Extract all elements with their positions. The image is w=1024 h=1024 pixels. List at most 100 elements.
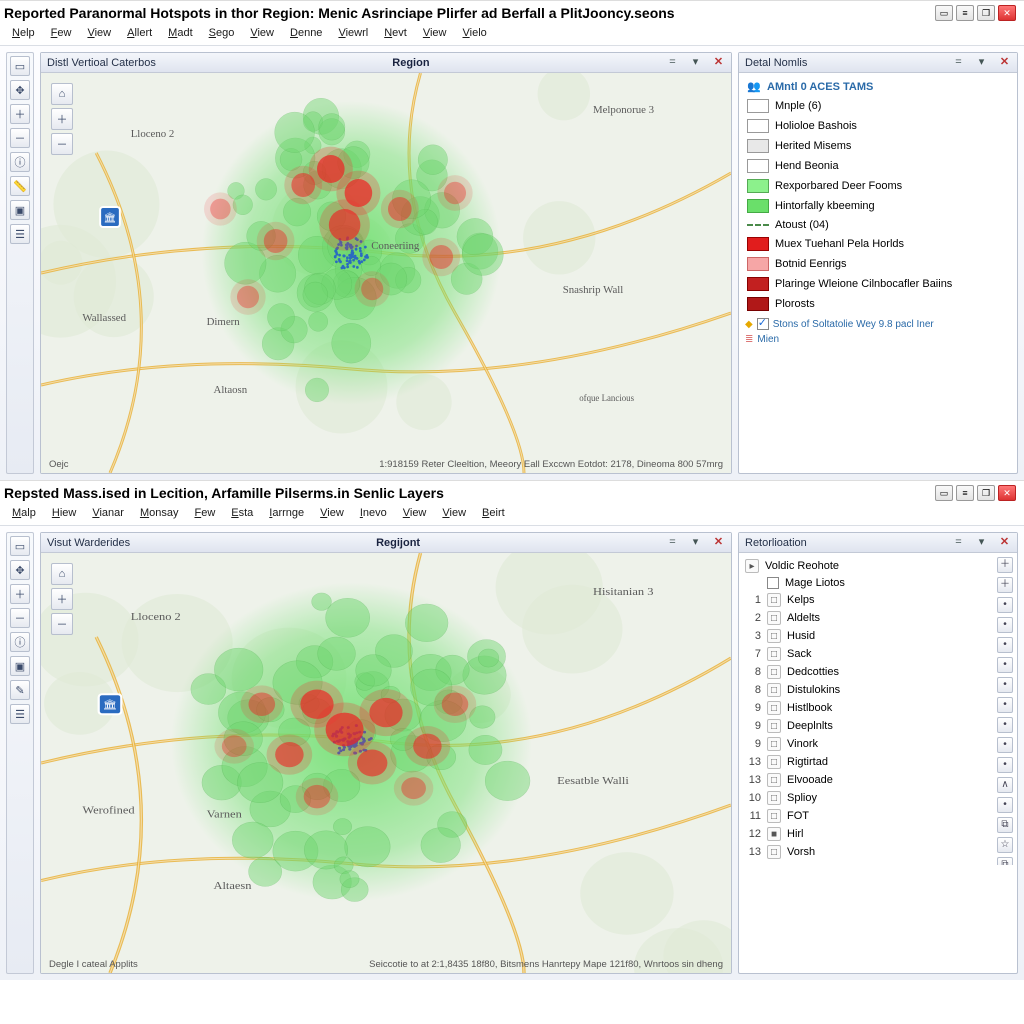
toc-row[interactable]: 13□Vorsh	[743, 843, 1013, 861]
zoom-minus-icon[interactable]: －	[51, 133, 73, 155]
toc-row[interactable]: 13□Elvooade	[743, 771, 1013, 789]
toc-row[interactable]: 2□Aldelts	[743, 609, 1013, 627]
menu-item[interactable]: Sego	[201, 25, 243, 41]
map-viewport[interactable]: Lloceno 2Hisitanian 3WerofinedVarnenAlta…	[41, 553, 731, 973]
toc-side-button[interactable]: ☆	[997, 837, 1013, 853]
menu-item[interactable]: Vielo	[455, 25, 495, 41]
menu-item[interactable]: Nelp	[4, 25, 43, 41]
zoom-plus-icon[interactable]: ＋	[51, 588, 73, 610]
btn-min[interactable]: ▭	[935, 5, 953, 21]
tool-layers[interactable]: ☰	[10, 224, 30, 244]
panel-pin-icon[interactable]: ▾	[975, 536, 988, 549]
panel-pin-icon[interactable]: ▾	[975, 56, 988, 69]
btn-max[interactable]: ≡	[956, 485, 974, 501]
toc-side-button[interactable]: ＋	[997, 557, 1013, 573]
toc-row[interactable]: 9□Deeplnlts	[743, 717, 1013, 735]
zoom-home-icon[interactable]: ⌂	[51, 563, 73, 585]
toc-row[interactable]: 8□Distulokins	[743, 681, 1013, 699]
zoom-minus-icon[interactable]: －	[51, 613, 73, 635]
menubar[interactable]: MalpHiewVianarMonsayFewEstaIarrngeViewIn…	[0, 503, 1024, 526]
toc-side-button[interactable]: ＋	[997, 577, 1013, 593]
toc-side-button[interactable]: •	[997, 657, 1013, 673]
panel-min-icon[interactable]: =	[952, 56, 965, 69]
btn-min[interactable]: ▭	[935, 485, 953, 501]
legend-item[interactable]: Herited Misems	[745, 136, 1011, 156]
btn-restore[interactable]: ❐	[977, 5, 995, 21]
legend-footer[interactable]: ≣Mien	[745, 334, 1011, 345]
tool-zoom-out[interactable]: －	[10, 128, 30, 148]
menu-item[interactable]: View	[242, 25, 282, 41]
legend-item[interactable]: Holioloe Bashois	[745, 116, 1011, 136]
menu-item[interactable]: Esta	[223, 505, 261, 521]
panel-pin-icon[interactable]: ▾	[689, 56, 702, 69]
legend-item[interactable]: Rexporbared Deer Fooms	[745, 176, 1011, 196]
legend-item[interactable]: Plorosts	[745, 294, 1011, 314]
tool-identify[interactable]: ⓘ	[10, 632, 30, 652]
toc-side-button[interactable]: •	[997, 677, 1013, 693]
btn-close[interactable]: ✕	[998, 5, 1016, 21]
legend-item[interactable]: Plaringe Wleione Cilnbocafler Baiins	[745, 274, 1011, 294]
menu-item[interactable]: Viewrl	[330, 25, 376, 41]
menu-item[interactable]: View	[79, 25, 119, 41]
menu-item[interactable]: Denne	[282, 25, 330, 41]
toc-side-button[interactable]: •	[997, 697, 1013, 713]
menu-item[interactable]: Nevt	[376, 25, 415, 41]
toc-side-button[interactable]: ⧉	[997, 857, 1013, 865]
toc-row[interactable]: 12■Hirl	[743, 825, 1013, 843]
tool-select[interactable]: ▣	[10, 200, 30, 220]
btn-max[interactable]: ≡	[956, 5, 974, 21]
tool-measure[interactable]: 📏	[10, 176, 30, 196]
toc-side-button[interactable]: ⧉	[997, 817, 1013, 833]
tool-edit[interactable]: ✎	[10, 680, 30, 700]
legend-footer[interactable]: ◆Stons of Soltatolie Wey 9.8 pacl Iner	[745, 318, 1011, 330]
menubar[interactable]: NelpFewViewAllertMadtSegoViewDenneViewrl…	[0, 23, 1024, 46]
toc-row[interactable]: 9□Vinork	[743, 735, 1013, 753]
toc-row[interactable]: 10□Splioy	[743, 789, 1013, 807]
toc-side-button[interactable]: •	[997, 717, 1013, 733]
toc-side-button[interactable]: •	[997, 617, 1013, 633]
tool-hand[interactable]: ✥	[10, 80, 30, 100]
legend-item[interactable]: Botnid Eenrigs	[745, 254, 1011, 274]
panel-close-icon[interactable]: ✕	[998, 536, 1011, 549]
legend-item[interactable]: Muex Tuehanl Pela Horlds	[745, 234, 1011, 254]
tool-pointer[interactable]: ▭	[10, 536, 30, 556]
legend-item[interactable]: Hintorfally kbeeming	[745, 196, 1011, 216]
tool-pointer[interactable]: ▭	[10, 56, 30, 76]
toc-row[interactable]: 3□Husid	[743, 627, 1013, 645]
tool-hand[interactable]: ✥	[10, 560, 30, 580]
panel-pin-icon[interactable]: ▾	[689, 536, 702, 549]
menu-item[interactable]: Iarrnge	[261, 505, 312, 521]
toc-row[interactable]: 1□Kelps	[743, 591, 1013, 609]
toc-side-button[interactable]: •	[997, 737, 1013, 753]
menu-item[interactable]: Few	[186, 505, 223, 521]
panel-close-icon[interactable]: ✕	[712, 56, 725, 69]
toc-side-button[interactable]: •	[997, 797, 1013, 813]
menu-item[interactable]: Hiew	[44, 505, 84, 521]
tool-layers[interactable]: ☰	[10, 704, 30, 724]
menu-item[interactable]: Monsay	[132, 505, 187, 521]
toc-side-button[interactable]: •	[997, 637, 1013, 653]
menu-item[interactable]: Vianar	[84, 505, 132, 521]
zoom-plus-icon[interactable]: ＋	[51, 108, 73, 130]
menu-item[interactable]: Beirt	[474, 505, 513, 521]
panel-close-icon[interactable]: ✕	[998, 56, 1011, 69]
tool-zoom-in[interactable]: ＋	[10, 584, 30, 604]
legend-item[interactable]: Hend Beonia	[745, 156, 1011, 176]
checkbox[interactable]	[767, 577, 779, 589]
menu-item[interactable]: View	[434, 505, 474, 521]
panel-min-icon[interactable]: =	[952, 536, 965, 549]
toc-row[interactable]: 13□Rigtirtad	[743, 753, 1013, 771]
menu-item[interactable]: Allert	[119, 25, 160, 41]
menu-item[interactable]: View	[395, 505, 435, 521]
btn-restore[interactable]: ❐	[977, 485, 995, 501]
panel-min-icon[interactable]: =	[666, 536, 679, 549]
toc-side-button[interactable]: •	[997, 757, 1013, 773]
toc-row[interactable]: 11□FOT	[743, 807, 1013, 825]
zoom-home-icon[interactable]: ⌂	[51, 83, 73, 105]
tool-zoom-in[interactable]: ＋	[10, 104, 30, 124]
menu-item[interactable]: Malp	[4, 505, 44, 521]
checkbox[interactable]	[757, 318, 769, 330]
legend-item[interactable]: Mnple (6)	[745, 96, 1011, 116]
tool-identify[interactable]: ⓘ	[10, 152, 30, 172]
map-viewport[interactable]: Lloceno 2Melponorue 3ConeeriingWallassed…	[41, 73, 731, 473]
